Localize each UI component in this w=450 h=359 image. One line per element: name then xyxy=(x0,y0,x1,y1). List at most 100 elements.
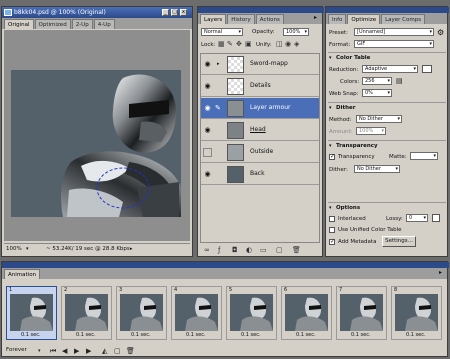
chevron-down-icon[interactable]: ▾ xyxy=(26,246,29,252)
animation-frame[interactable]: 4 0.1 sec. xyxy=(171,286,222,340)
chevron-down-icon[interactable]: ▾ xyxy=(329,205,332,211)
frame-delay[interactable]: 0.1 sec. xyxy=(351,332,371,338)
add-metadata-checkbox[interactable]: ✓ xyxy=(329,238,335,245)
unify-visibility-icon[interactable]: ◉ xyxy=(285,40,291,48)
animation-frame[interactable]: 8 0.1 sec. xyxy=(391,286,442,340)
chevron-down-icon[interactable]: ▾ xyxy=(329,55,332,61)
tab-info[interactable]: Info xyxy=(328,14,347,24)
settings-button[interactable]: Settings... xyxy=(382,236,416,247)
frame-delay[interactable]: 0.1 sec. xyxy=(186,332,206,338)
play-icon[interactable]: ▶ xyxy=(74,347,79,355)
chevron-down-icon[interactable]: ▾ xyxy=(329,105,332,111)
tab-4up[interactable]: 4-Up xyxy=(93,19,115,29)
status-menu-arrow-icon[interactable]: ▸ xyxy=(130,246,133,252)
frame-delay[interactable]: 0.1 sec. xyxy=(296,332,316,338)
eye-icon[interactable]: ◉ xyxy=(203,104,212,113)
tab-layer-comps[interactable]: Layer Comps xyxy=(381,14,426,24)
colors-select[interactable]: 256 xyxy=(362,77,392,85)
zoom-level[interactable]: 100% xyxy=(6,246,22,252)
lock-move-icon[interactable]: ✥ xyxy=(236,40,242,48)
mask-icon[interactable]: ◘ xyxy=(232,246,238,254)
tab-optimized[interactable]: Optimized xyxy=(34,19,71,29)
trash-icon[interactable]: 🗑 xyxy=(292,246,301,254)
web-snap-select[interactable]: 0% xyxy=(362,89,392,97)
tab-layers[interactable]: Layers xyxy=(200,14,227,24)
animation-frame[interactable]: 3 0.1 sec. xyxy=(116,286,167,340)
layer-style-icon[interactable]: ƒ xyxy=(218,246,220,254)
dither-amount-field[interactable]: 100% xyxy=(356,127,386,135)
tab-actions[interactable]: Actions xyxy=(255,14,284,24)
link-icon[interactable]: ∞ xyxy=(204,246,210,254)
tab-optimize[interactable]: Optimize xyxy=(347,14,381,24)
minimize-button[interactable]: _ xyxy=(162,9,169,16)
next-frame-icon[interactable]: ▶ xyxy=(86,347,91,355)
eye-icon[interactable]: ◉ xyxy=(203,126,212,135)
trans-dither-select[interactable]: No Dither xyxy=(354,165,400,173)
animation-frame[interactable]: 1 0.1 sec. xyxy=(6,286,57,340)
blend-mode-select[interactable]: Normal xyxy=(201,28,243,36)
panel-menu-arrow-icon[interactable]: ▸ xyxy=(314,14,317,21)
layer-row[interactable]: Outside xyxy=(201,142,319,163)
eye-icon[interactable]: ◉ xyxy=(203,170,212,179)
layer-row[interactable]: ◉ Details xyxy=(201,76,319,97)
dither-section[interactable]: Dither xyxy=(336,105,355,111)
unify-style-icon[interactable]: ◈ xyxy=(294,40,299,48)
frame-delay[interactable]: 0.1 sec. xyxy=(21,332,41,338)
frame-delay[interactable]: 0.1 sec. xyxy=(406,332,426,338)
eye-icon[interactable]: ◉ xyxy=(203,60,212,69)
lock-transparency-icon[interactable]: ▦ xyxy=(218,40,225,48)
frame-delay[interactable]: 0.1 sec. xyxy=(131,332,151,338)
new-group-icon[interactable]: ▭ xyxy=(260,246,267,254)
lock-all-icon[interactable]: ▣ xyxy=(245,40,252,48)
trash-icon[interactable]: 🗑 xyxy=(126,347,135,355)
loop-select[interactable]: Forever xyxy=(6,346,40,355)
close-button[interactable]: x xyxy=(180,9,187,16)
interlaced-checkbox[interactable] xyxy=(329,216,335,222)
layer-row[interactable]: ◉ Back xyxy=(201,164,319,185)
reduction-options-icon[interactable] xyxy=(422,65,432,73)
tab-original[interactable]: Original xyxy=(4,19,34,29)
options-section[interactable]: Options xyxy=(336,205,360,211)
matte-select[interactable] xyxy=(410,152,438,160)
lossy-field[interactable]: 0 xyxy=(406,214,428,222)
layer-row[interactable]: ◉ Head xyxy=(201,120,319,141)
animation-frame[interactable]: 2 0.1 sec. xyxy=(61,286,112,340)
animation-frame[interactable]: 6 0.1 sec. xyxy=(281,286,332,340)
previous-frame-icon[interactable]: ◀ xyxy=(62,347,67,355)
layer-row[interactable]: ◉ ✎ Layer armour xyxy=(201,98,319,119)
transparency-section[interactable]: Transparency xyxy=(336,143,378,149)
transparency-checkbox[interactable]: ✓ xyxy=(329,153,335,160)
chevron-down-icon[interactable]: ▾ xyxy=(329,143,332,149)
eye-icon[interactable]: ◉ xyxy=(203,82,212,91)
color-table-section[interactable]: Color Table xyxy=(336,55,370,61)
tab-history[interactable]: History xyxy=(227,14,255,24)
lock-paint-icon[interactable]: ✎ xyxy=(227,40,233,48)
adjustment-layer-icon[interactable]: ◐ xyxy=(246,246,252,254)
canvas-area[interactable] xyxy=(4,30,190,241)
optimize-menu-icon[interactable]: ⚙ xyxy=(437,28,444,37)
tab-2up[interactable]: 2-Up xyxy=(71,19,93,29)
tween-icon[interactable]: ◭ xyxy=(102,347,107,355)
animation-frame[interactable]: 7 0.1 sec. xyxy=(336,286,387,340)
image-canvas[interactable] xyxy=(11,70,181,217)
lossy-options-icon[interactable] xyxy=(432,214,440,222)
layer-row[interactable]: ◉ ▸ Sword-mapp xyxy=(201,54,319,75)
dither-method-select[interactable]: No Dither xyxy=(356,115,402,123)
maximize-button[interactable]: □ xyxy=(171,9,178,16)
duplicate-frame-icon[interactable]: ▢ xyxy=(114,347,121,355)
tab-animation[interactable]: Animation xyxy=(4,269,41,279)
format-select[interactable]: GIF xyxy=(354,40,434,48)
opacity-field[interactable]: 100% xyxy=(283,28,309,36)
chevron-right-icon[interactable]: ▸ xyxy=(217,61,220,67)
unify-position-icon[interactable]: ◫ xyxy=(276,40,283,48)
unified-color-table-checkbox[interactable] xyxy=(329,227,335,233)
frame-delay[interactable]: 0.1 sec. xyxy=(241,332,261,338)
reduction-select[interactable]: Adaptive xyxy=(362,65,418,73)
panel-menu-arrow-icon[interactable]: ▸ xyxy=(439,269,442,276)
animation-frame[interactable]: 5 0.1 sec. xyxy=(226,286,277,340)
frame-delay[interactable]: 0.1 sec. xyxy=(76,332,96,338)
new-layer-icon[interactable]: ▢ xyxy=(276,246,283,254)
first-frame-icon[interactable]: ⏮ xyxy=(50,347,56,356)
chevron-down-icon[interactable]: ▾ xyxy=(38,348,41,354)
preset-select[interactable]: [Unnamed] xyxy=(354,28,434,36)
